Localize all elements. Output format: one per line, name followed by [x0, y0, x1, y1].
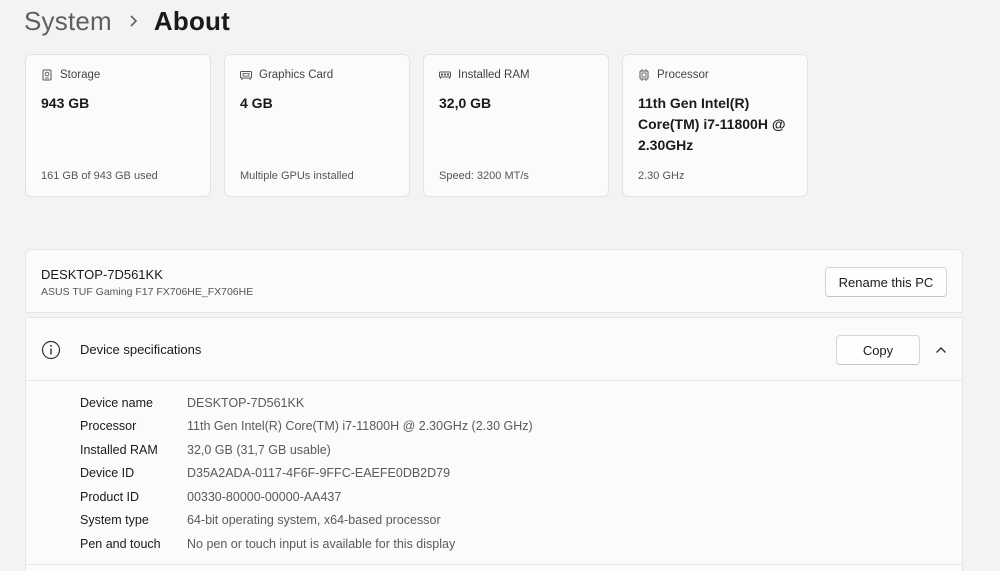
ram-value: 32,0 GB: [439, 95, 492, 111]
spec-label: Product ID: [80, 489, 140, 504]
spec-row-pen-and-touch: Pen and touch No pen or touch input is a…: [80, 532, 533, 556]
about-page: System About Storage 943 GB 161 GB of 94…: [0, 0, 1000, 571]
spec-label: Device ID: [80, 466, 135, 481]
spec-label: Device name: [80, 395, 153, 410]
spec-row-product-id: Product ID 00330-80000-00000-AA437: [80, 485, 533, 509]
storage-icon: [41, 69, 53, 81]
spec-value: D35A2ADA-0117-4F6F-9FFC-EAEFE0DB2D79: [187, 466, 451, 481]
spec-value: 32,0 GB (31,7 GB usable): [187, 442, 331, 457]
spec-value: DESKTOP-7D561KK: [187, 395, 305, 410]
processor-icon: [638, 69, 650, 81]
storage-usage: 161 GB of 943 GB used: [41, 170, 158, 182]
chevron-up-icon[interactable]: [934, 343, 948, 357]
divider: [25, 564, 963, 565]
device-specifications-list: Device name DESKTOP-7D561KK Processor 11…: [80, 391, 533, 556]
storage-card[interactable]: Storage 943 GB 161 GB of 943 GB used: [25, 54, 211, 197]
spec-label: System type: [80, 513, 149, 528]
rename-pc-button[interactable]: Rename this PC: [825, 267, 947, 297]
processor-card[interactable]: Processor 11th Gen Intel(R) Core(TM) i7-…: [622, 54, 808, 197]
spec-row-installed-ram: Installed RAM 32,0 GB (31,7 GB usable): [80, 438, 533, 462]
copy-button[interactable]: Copy: [836, 335, 920, 365]
ram-label: Installed RAM: [458, 69, 530, 81]
processor-speed: 2.30 GHz: [638, 170, 685, 182]
storage-label: Storage: [60, 69, 101, 81]
ram-card[interactable]: Installed RAM 32,0 GB Speed: 3200 MT/s: [423, 54, 609, 197]
page-title: About: [153, 5, 230, 36]
device-specifications-header[interactable]: Device specifications Copy: [26, 318, 962, 381]
pc-model: ASUS TUF Gaming F17 FX706HE_FX706HE: [41, 286, 254, 298]
ram-speed: Speed: 3200 MT/s: [439, 170, 529, 182]
graphics-card-card[interactable]: Graphics Card 4 GB Multiple GPUs install…: [224, 54, 410, 197]
graphics-card-label: Graphics Card: [259, 69, 334, 81]
spec-label: Installed RAM: [80, 442, 158, 457]
breadcrumb-system-link[interactable]: System: [24, 6, 112, 37]
breadcrumb: System About: [24, 3, 230, 39]
processor-label: Processor: [657, 69, 709, 81]
graphics-card-icon: [240, 69, 252, 81]
spec-value: 11th Gen Intel(R) Core(TM) i7-11800H @ 2…: [187, 419, 533, 434]
ram-icon: [439, 69, 451, 81]
spec-label: Pen and touch: [80, 536, 161, 551]
device-specifications-title: Device specifications: [80, 342, 202, 357]
spec-value: 00330-80000-00000-AA437: [187, 489, 342, 504]
spec-row-processor: Processor 11th Gen Intel(R) Core(TM) i7-…: [80, 415, 533, 439]
spec-value: 64-bit operating system, x64-based proce…: [187, 513, 441, 528]
chevron-right-icon: [128, 14, 138, 28]
spec-value: No pen or touch input is available for t…: [187, 536, 456, 551]
spec-row-device-name: Device name DESKTOP-7D561KK: [80, 391, 533, 415]
processor-value: 11th Gen Intel(R) Core(TM) i7-11800H @ 2…: [638, 95, 786, 153]
spec-row-device-id: Device ID D35A2ADA-0117-4F6F-9FFC-EAEFE0…: [80, 462, 533, 486]
device-specifications-panel: Device specifications Copy Device name D…: [25, 317, 963, 571]
pc-name: DESKTOP-7D561KK: [41, 267, 163, 282]
spec-label: Processor: [80, 419, 137, 434]
spec-row-system-type: System type 64-bit operating system, x64…: [80, 509, 533, 533]
info-icon: [41, 340, 61, 360]
graphics-card-value: 4 GB: [240, 95, 273, 111]
storage-value: 943 GB: [41, 95, 90, 111]
graphics-card-sub: Multiple GPUs installed: [240, 170, 354, 182]
pc-name-panel: DESKTOP-7D561KK ASUS TUF Gaming F17 FX70…: [25, 249, 963, 313]
